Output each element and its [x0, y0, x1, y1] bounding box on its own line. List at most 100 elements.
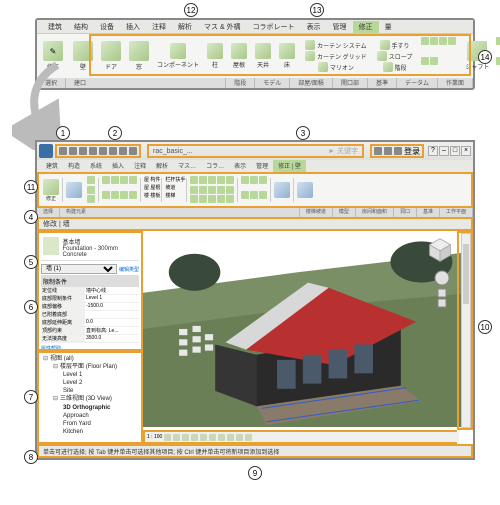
app-icon[interactable] [39, 144, 53, 158]
mtab-view[interactable]: 表示 [229, 160, 251, 172]
signin-label[interactable]: 登录 [404, 146, 420, 157]
reveal-icon[interactable] [245, 434, 252, 441]
qat-icon[interactable] [119, 147, 127, 155]
tree-item[interactable]: Site [41, 387, 139, 395]
tree-item[interactable]: Approach [41, 412, 139, 420]
vertical-scrollbar[interactable] [461, 233, 471, 428]
search-icon[interactable] [374, 147, 382, 155]
tool-icon[interactable] [111, 176, 119, 184]
model-icon[interactable] [421, 57, 429, 65]
match-icon[interactable] [87, 195, 95, 203]
tab-mep[interactable]: 设备 [94, 21, 120, 33]
tree-item-active[interactable]: 3D Orthographic [41, 404, 139, 412]
edit-type-link[interactable]: 编辑类型 [119, 266, 139, 273]
tree-3dview[interactable]: ⊟三维视图 (3D View) [41, 395, 139, 403]
tree-item[interactable]: Kitchen [41, 428, 139, 436]
btn-door[interactable]: ドア [98, 37, 124, 75]
tab-collab[interactable]: コラボレート [247, 21, 301, 33]
mtab-sys[interactable]: 系统 [85, 160, 107, 172]
tool-icon[interactable] [129, 176, 137, 184]
open-icon[interactable] [496, 57, 500, 65]
view-icon[interactable] [250, 191, 258, 199]
crop-region-icon[interactable] [218, 434, 225, 441]
prop-row[interactable]: 已附着底部 [41, 311, 139, 319]
mod-icon[interactable] [208, 195, 216, 203]
mod-icon[interactable] [208, 186, 216, 194]
cut-icon[interactable] [87, 176, 95, 184]
mod-icon[interactable] [199, 195, 207, 203]
cloud-icon[interactable] [394, 147, 402, 155]
tool-icon[interactable] [102, 176, 110, 184]
hide-icon[interactable] [236, 434, 243, 441]
shadow-icon[interactable] [191, 434, 198, 441]
mbtn-stair[interactable]: 楼梯 [163, 192, 185, 199]
btn-column[interactable]: 柱 [204, 37, 226, 75]
btn-component[interactable]: コンポーネント [154, 37, 202, 75]
model-icon[interactable] [430, 37, 438, 45]
type-selector[interactable]: 墙 (1) [41, 264, 117, 274]
mod-icon[interactable] [199, 176, 207, 184]
mbtn-r3[interactable]: 楼 楼板 [142, 192, 160, 199]
mbtn-paste[interactable] [64, 176, 84, 204]
sun-icon[interactable] [182, 434, 189, 441]
btn-ceiling[interactable]: 天井 [252, 37, 274, 75]
tab-analyze[interactable]: 解析 [172, 21, 198, 33]
btn-floor[interactable]: 床 [276, 37, 298, 75]
mod-icon[interactable] [208, 176, 216, 184]
open-icon[interactable] [496, 37, 500, 45]
prop-row[interactable]: 定位线墙中心线 [41, 287, 139, 295]
render-icon[interactable] [200, 434, 207, 441]
mod-icon[interactable] [190, 176, 198, 184]
btn-railing[interactable]: 手すり [374, 40, 416, 50]
minimize-icon[interactable]: – [439, 146, 449, 156]
mtab-mass[interactable]: マス… [173, 160, 201, 172]
prop-row[interactable]: 底部限制条件Level 1 [41, 295, 139, 303]
btn-ramp[interactable]: スロープ [374, 51, 416, 61]
lock-icon[interactable] [227, 434, 234, 441]
tool-icon[interactable] [102, 191, 110, 199]
mod-icon[interactable] [190, 195, 198, 203]
copy-icon[interactable] [87, 186, 95, 194]
btn-mullion[interactable]: マリオン [302, 62, 370, 72]
mbtn-measure[interactable] [272, 176, 292, 204]
view-icon[interactable] [241, 191, 249, 199]
qat-open-icon[interactable] [59, 147, 67, 155]
mod-icon[interactable] [226, 186, 234, 194]
view-scale[interactable]: 1 : 100 [147, 434, 162, 440]
mtab-arch[interactable]: 建筑 [41, 160, 63, 172]
tab-insert[interactable]: 插入 [120, 21, 146, 33]
qat-undo-icon[interactable] [79, 147, 87, 155]
mtab-modify[interactable]: 修正 | 壁 [273, 160, 306, 172]
mtab-anno[interactable]: 注释 [129, 160, 151, 172]
tree-root[interactable]: ⊟视图 (all) [41, 355, 139, 363]
mod-icon[interactable] [190, 186, 198, 194]
tab-mass[interactable]: マス & 外構 [198, 21, 247, 33]
mtab-struct[interactable]: 构造 [63, 160, 85, 172]
tree-item[interactable]: Level 2 [41, 379, 139, 387]
tool-icon[interactable] [120, 191, 128, 199]
btn-curtain-sys[interactable]: カーテン システム [302, 40, 370, 50]
btn-stair[interactable]: 階段 [374, 62, 416, 72]
qat-icon[interactable] [109, 147, 117, 155]
mod-icon[interactable] [226, 195, 234, 203]
tree-floorplan[interactable]: ⊟楼层平面 (Floor Plan) [41, 363, 139, 371]
model-icon[interactable] [421, 37, 429, 45]
mbtn-rail[interactable]: 栏杆扶手 [163, 176, 185, 183]
prop-row[interactable]: 顶部约束直到标高: Le... [41, 327, 139, 335]
tab-arch[interactable]: 建筑 [42, 21, 68, 33]
view-cube[interactable] [427, 237, 453, 263]
mtab-insert[interactable]: 插入 [107, 160, 129, 172]
close-icon[interactable]: × [461, 146, 471, 156]
mbtn-r1[interactable]: 屋 构件 [142, 176, 160, 183]
drawing-viewport[interactable]: 1 : 100 [143, 231, 473, 444]
help-icon[interactable]: ? [428, 146, 438, 156]
tree-item[interactable]: From Yard [41, 420, 139, 428]
maximize-icon[interactable]: □ [450, 146, 460, 156]
btn-roof[interactable]: 屋根 [228, 37, 250, 75]
mbtn-create[interactable] [295, 176, 315, 204]
tree-item[interactable]: Level 1 [41, 371, 139, 379]
mtab-collab[interactable]: コラ… [201, 160, 229, 172]
tab-extra[interactable]: 量 [379, 21, 398, 33]
tool-icon[interactable] [111, 191, 119, 199]
mod-icon[interactable] [226, 176, 234, 184]
